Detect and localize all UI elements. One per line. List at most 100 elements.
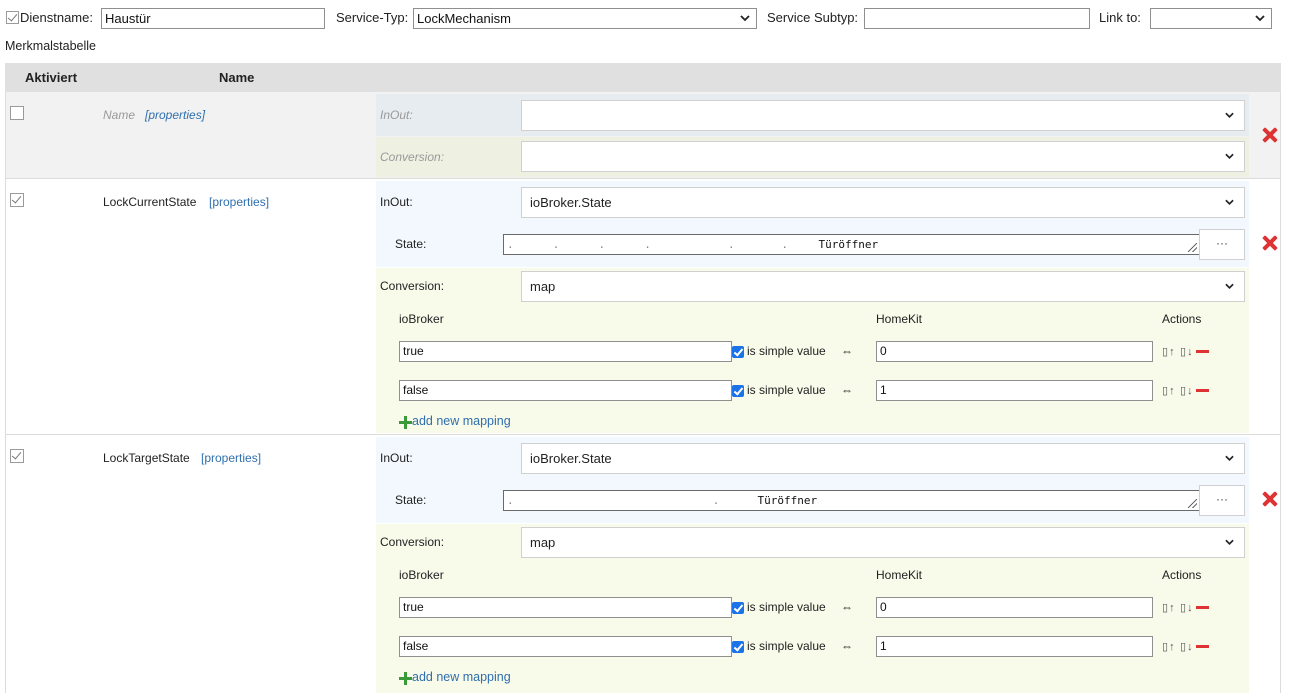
plus-icon[interactable] (399, 416, 412, 429)
plus-icon[interactable] (399, 672, 412, 685)
inout-label: InOut: (380, 108, 413, 122)
move-up-arrow: ↑ (1169, 641, 1176, 653)
mapping-iobroker-input[interactable]: false (399, 380, 732, 401)
move-down-arrow: ↓ (1187, 602, 1194, 614)
properties-link[interactable]: [properties] (209, 195, 269, 209)
conversion-label: Conversion: (380, 535, 445, 549)
inout-select[interactable]: ioBroker.State (521, 187, 1245, 218)
mapping-col-homekit: HomeKit (876, 312, 923, 326)
mapping-iobroker-input[interactable]: false (399, 636, 732, 657)
conversion-value: map (530, 279, 556, 294)
service-type-select[interactable]: LockMechanism (413, 8, 757, 29)
conversion-label: Conversion: (380, 279, 445, 293)
chevron-down-icon (740, 14, 750, 21)
resize-grip-icon[interactable] (1188, 499, 1197, 508)
service-name-label: Dienstname: (20, 10, 93, 25)
state-value: Türöffner (818, 238, 879, 251)
conversion-value: map (530, 535, 556, 550)
resize-grip-icon[interactable] (1188, 243, 1197, 252)
row-enabled-checkbox[interactable] (10, 193, 24, 207)
move-up-arrow: ↑ (1169, 385, 1176, 397)
remove-mapping-icon[interactable] (1196, 350, 1209, 353)
mapping-iobroker-input[interactable]: true (399, 597, 732, 618)
delete-icon[interactable] (1262, 127, 1278, 143)
service-name-input[interactable]: Haustür (101, 8, 325, 29)
add-mapping-link[interactable]: add new mapping (412, 670, 511, 684)
chevron-down-icon (1225, 539, 1234, 545)
move-up-icon[interactable]: ▯↑ (1162, 640, 1176, 653)
properties-link[interactable]: [properties] (201, 451, 261, 465)
mapping-col-iobroker: ioBroker (399, 312, 444, 326)
state-label: State: (395, 237, 427, 251)
swap-icon: ⇔ (841, 639, 853, 653)
simple-value-label: is simple value (747, 383, 826, 397)
service-subtype-input[interactable] (864, 8, 1090, 29)
state-browse-button[interactable]: ··· (1199, 485, 1245, 516)
inout-select[interactable] (521, 100, 1245, 131)
move-down-icon[interactable]: ▯↓ (1180, 384, 1194, 397)
swap-icon: ⇔ (841, 383, 853, 397)
swap-icon: ⇔ (841, 344, 853, 358)
simple-value-checkbox[interactable] (732, 346, 744, 358)
inout-label: InOut: (380, 195, 413, 209)
state-label: State: (395, 493, 427, 507)
move-down-arrow: ↓ (1187, 385, 1194, 397)
table-title: Merkmalstabelle (5, 39, 97, 53)
state-hidden-path: . . (507, 494, 751, 507)
state-input[interactable]: . . Türöffner (503, 490, 1200, 511)
mapping-col-actions: Actions (1162, 312, 1202, 326)
move-up-icon[interactable]: ▯↑ (1162, 345, 1176, 358)
move-down-icon[interactable]: ▯↓ (1180, 640, 1194, 653)
state-browse-button[interactable]: ··· (1199, 229, 1245, 260)
simple-value-checkbox[interactable] (732, 385, 744, 397)
state-value: Türöffner (757, 494, 818, 507)
delete-icon[interactable] (1262, 491, 1278, 507)
service-subtype-label: Service Subtyp: (767, 10, 859, 25)
mapping-iobroker-input[interactable]: true (399, 341, 732, 362)
state-input[interactable]: . . . . . . Türöffner (503, 234, 1200, 255)
chevron-down-icon (1225, 283, 1234, 289)
characteristic-name: LockCurrentState (103, 195, 197, 209)
move-down-icon[interactable]: ▯↓ (1180, 601, 1194, 614)
properties-link[interactable]: [properties] (145, 108, 205, 122)
inout-value: ioBroker.State (530, 195, 612, 210)
inout-label: InOut: (380, 451, 413, 465)
mapping-col-homekit: HomeKit (876, 568, 923, 582)
remove-mapping-icon[interactable] (1196, 389, 1209, 392)
mapping-homekit-input[interactable]: 0 (876, 597, 1153, 618)
simple-value-checkbox[interactable] (732, 602, 744, 614)
characteristic-name: LockTargetState (103, 451, 190, 465)
row-enabled-checkbox[interactable] (10, 106, 24, 120)
mapping-col-actions: Actions (1162, 568, 1202, 582)
inout-select[interactable]: ioBroker.State (521, 443, 1245, 474)
chevron-down-icon (1225, 112, 1234, 118)
simple-value-checkbox[interactable] (732, 641, 744, 653)
remove-mapping-icon[interactable] (1196, 645, 1209, 648)
row-enabled-checkbox[interactable] (10, 449, 24, 463)
move-down-icon[interactable]: ▯↓ (1180, 345, 1194, 358)
conversion-select[interactable]: map (521, 271, 1245, 302)
table-header: Aktiviert Name (5, 63, 1281, 92)
mapping-homekit-input[interactable]: 1 (876, 380, 1153, 401)
column-enabled: Aktiviert (25, 70, 78, 85)
move-up-icon[interactable]: ▯↑ (1162, 601, 1176, 614)
delete-icon[interactable] (1262, 235, 1278, 251)
column-name: Name (219, 70, 255, 85)
remove-mapping-icon[interactable] (1196, 606, 1209, 609)
simple-value-label: is simple value (747, 600, 826, 614)
chevron-down-icon (1225, 153, 1234, 159)
service-type-value: LockMechanism (417, 11, 511, 26)
conversion-select[interactable] (521, 141, 1245, 172)
conversion-select[interactable]: map (521, 527, 1245, 558)
move-up-arrow: ↑ (1169, 346, 1176, 358)
move-up-icon[interactable]: ▯↑ (1162, 384, 1176, 397)
chevron-down-icon (1255, 14, 1265, 21)
conversion-label: Conversion: (380, 150, 445, 164)
service-enabled-checkbox[interactable] (6, 11, 19, 24)
add-mapping-link[interactable]: add new mapping (412, 414, 511, 428)
mapping-homekit-input[interactable]: 1 (876, 636, 1153, 657)
move-up-arrow: ↑ (1169, 602, 1176, 614)
move-down-arrow: ↓ (1187, 641, 1194, 653)
mapping-homekit-input[interactable]: 0 (876, 341, 1153, 362)
link-to-select[interactable] (1150, 8, 1272, 29)
